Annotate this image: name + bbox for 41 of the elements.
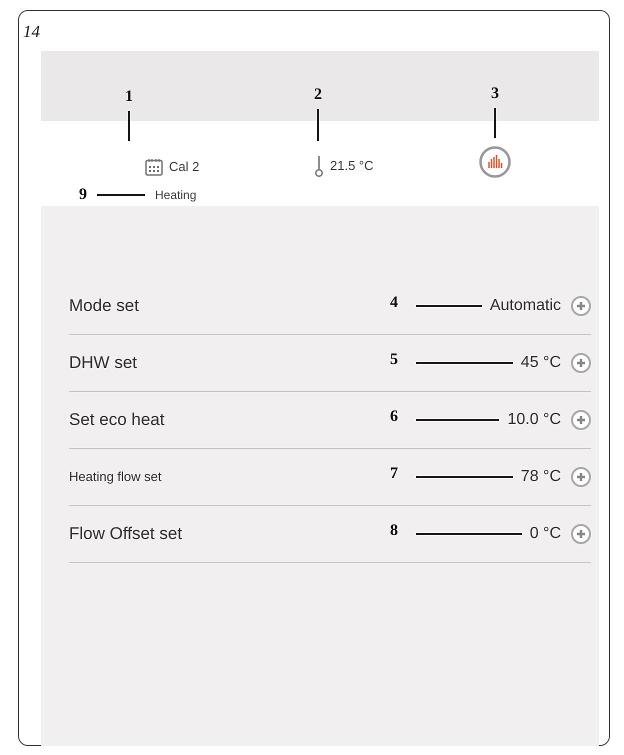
calendar-icon [145, 158, 163, 176]
leader-line [128, 111, 130, 141]
setting-label: Heating flow set [69, 468, 162, 486]
setting-value: Automatic [490, 296, 561, 316]
callout-number: 9 [79, 185, 87, 205]
setting-label: Flow Offset set [69, 523, 184, 546]
plus-icon [576, 529, 586, 539]
calendar-label: Cal 2 [169, 158, 200, 176]
callout-number: 5 [389, 350, 399, 370]
leader-line [317, 109, 319, 141]
setting-value: 0 °C [530, 524, 561, 544]
plus-button[interactable] [571, 296, 591, 316]
plus-icon [576, 415, 586, 425]
callout-number: 4 [389, 293, 399, 313]
callout-number: 7 [389, 464, 399, 484]
heating-status-icon [479, 146, 511, 178]
callout-number: 2 [314, 87, 322, 103]
plus-icon [576, 358, 586, 368]
page-number: 14 [23, 21, 40, 43]
leader-line [416, 305, 482, 307]
plus-icon [576, 472, 586, 482]
callout-number: 6 [389, 407, 399, 427]
callout-number: 8 [389, 521, 399, 541]
setting-value: 78 °C [520, 467, 561, 487]
thermometer-icon [314, 155, 324, 177]
plus-button[interactable] [571, 524, 591, 544]
setting-value: 45 °C [520, 353, 561, 373]
plus-button[interactable] [571, 467, 591, 487]
setting-value: 10.0 °C [507, 410, 561, 430]
callout-number: 3 [491, 86, 499, 102]
setting-label: Set eco heat [69, 409, 166, 432]
leader-line [494, 108, 496, 138]
callout-number: 1 [125, 89, 133, 105]
plus-icon [576, 301, 586, 311]
heating-mode-label: Heating [155, 187, 196, 204]
leader-line [97, 194, 145, 196]
plus-button[interactable] [571, 353, 591, 373]
plus-button[interactable] [571, 410, 591, 430]
temperature-reading: 21.5 °C [330, 157, 374, 176]
setting-label: DHW set [69, 352, 138, 374]
setting-label: Mode set [69, 295, 140, 318]
